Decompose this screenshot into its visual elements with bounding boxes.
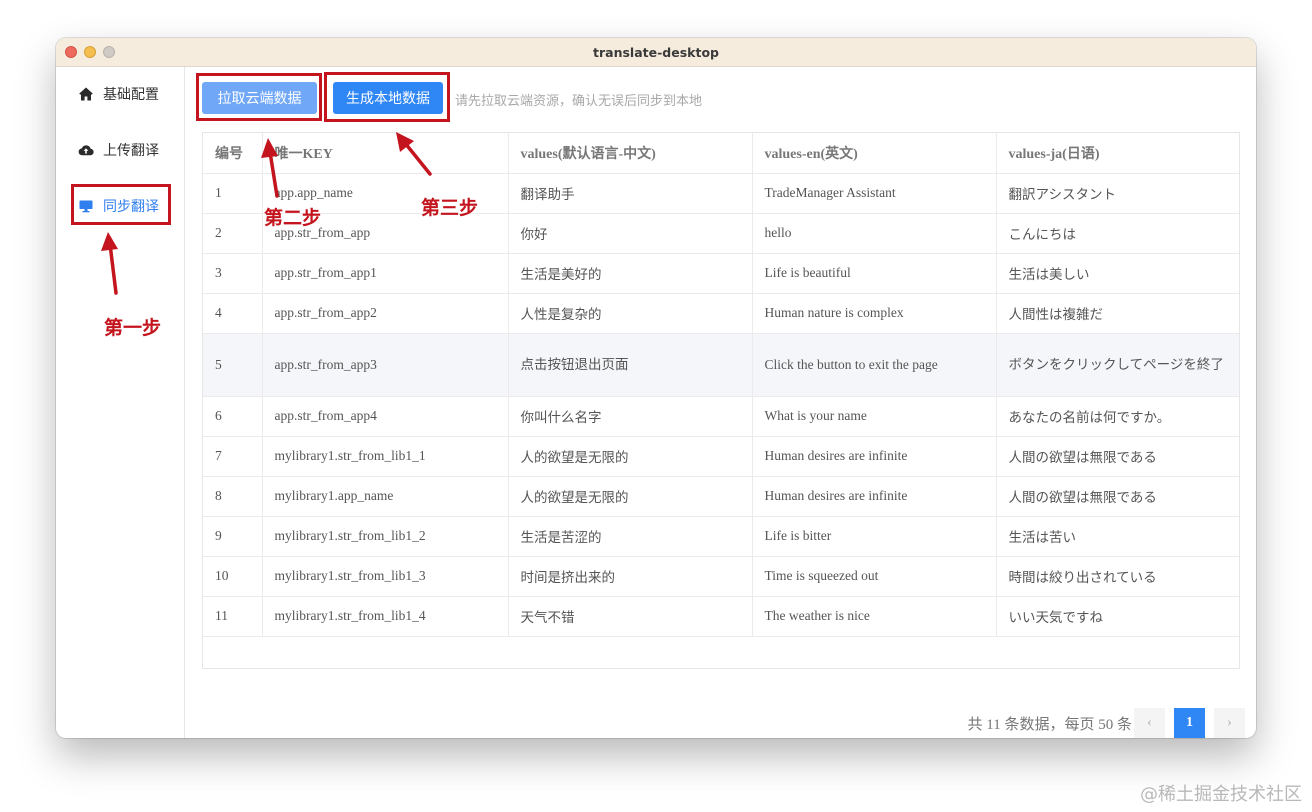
- table-cell: 8: [203, 476, 263, 517]
- table-cell: Click the button to exit the page: [752, 333, 997, 397]
- table-cell: 点击按钮退出页面: [508, 333, 753, 397]
- generate-local-data-button[interactable]: 生成本地数据: [333, 82, 443, 114]
- pagination: 共 11 条数据，每页 50 条 ‹ 1 ›: [968, 707, 1245, 738]
- table-cell: 11: [203, 596, 263, 637]
- table-cell: app.str_from_app3: [262, 333, 509, 397]
- column-header: values-en(英文): [752, 133, 997, 174]
- table-header-row: 编号 唯一KEY values(默认语言-中文) values-en(英文) v…: [203, 133, 1239, 174]
- table-cell: Time is squeezed out: [752, 556, 997, 597]
- sidebar-item-label: 基础配置: [103, 88, 159, 103]
- table-cell: hello: [752, 213, 997, 254]
- table-cell: TradeManager Assistant: [752, 173, 997, 214]
- step2-label: 第二步: [264, 207, 322, 229]
- sidebar: 基础配置 上传翻译 同步翻译: [56, 67, 185, 738]
- table-row[interactable]: 8 mylibrary1.app_name 人的欲望是无限的 Human des…: [203, 476, 1239, 517]
- table-row[interactable]: 6 app.str_from_app4 你叫什么名字 What is your …: [203, 396, 1239, 437]
- window-title: translate-desktop: [593, 45, 719, 60]
- sidebar-item-upload-translation[interactable]: 上传翻译: [78, 139, 159, 161]
- main-content: 拉取云端数据 生成本地数据 请先拉取云端资源，确认无误后同步到本地 编号 唯一K…: [186, 67, 1256, 738]
- table-cell: 生活は美しい: [996, 253, 1239, 294]
- table-row[interactable]: 5 app.str_from_app3 点击按钮退出页面 Click the b…: [203, 333, 1239, 397]
- table-row[interactable]: 2 app.str_from_app 你好 hello こんにちは: [203, 213, 1239, 254]
- table-cell: Life is bitter: [752, 516, 997, 557]
- table-row[interactable]: 1 app.app_name 翻译助手 TradeManager Assista…: [203, 173, 1239, 214]
- table-cell: 3: [203, 253, 263, 294]
- home-icon: [79, 87, 93, 101]
- table-cell: 人的欲望是无限的: [508, 476, 753, 517]
- table-cell: What is your name: [752, 396, 997, 437]
- title-bar: translate-desktop: [56, 38, 1256, 67]
- cloud-upload-icon: [78, 145, 94, 156]
- table-cell: 天气不错: [508, 596, 753, 637]
- table-cell: app.str_from_app2: [262, 293, 509, 334]
- table-cell: Human desires are infinite: [752, 436, 997, 477]
- table-cell: いい天気ですね: [996, 596, 1239, 637]
- table-cell: 人的欲望是无限的: [508, 436, 753, 477]
- table-cell: mylibrary1.str_from_lib1_1: [262, 436, 509, 477]
- table-cell: 生活は苦い: [996, 516, 1239, 557]
- column-header: 唯一KEY: [262, 133, 509, 174]
- table-cell: mylibrary1.str_from_lib1_4: [262, 596, 509, 637]
- sidebar-item-sync-translation[interactable]: 同步翻译: [78, 195, 159, 217]
- table-row[interactable]: 7 mylibrary1.str_from_lib1_1 人的欲望是无限的 Hu…: [203, 436, 1239, 477]
- table-cell: 7: [203, 436, 263, 477]
- table-cell: 10: [203, 556, 263, 597]
- table-cell: 4: [203, 293, 263, 334]
- next-page-button[interactable]: ›: [1214, 707, 1245, 738]
- table-cell: 2: [203, 213, 263, 254]
- sidebar-item-label: 上传翻译: [103, 144, 159, 159]
- table-cell: Human nature is complex: [752, 293, 997, 334]
- table-cell: 人間の欲望は無限である: [996, 476, 1239, 517]
- column-header: 编号: [203, 133, 263, 174]
- table-cell: 你叫什么名字: [508, 396, 753, 437]
- table-row[interactable]: 10 mylibrary1.str_from_lib1_3 时间是挤出来的 Ti…: [203, 556, 1239, 597]
- table-cell: 生活是苦涩的: [508, 516, 753, 557]
- table-cell: 5: [203, 333, 263, 397]
- table-cell: 你好: [508, 213, 753, 254]
- column-header: values-ja(日语): [996, 133, 1239, 174]
- step3-label: 第三步: [421, 197, 479, 219]
- table-cell: Human desires are infinite: [752, 476, 997, 517]
- step1-label: 第一步: [104, 317, 162, 339]
- table-cell: ボタンをクリックしてページを終了: [996, 333, 1239, 397]
- table-row[interactable]: 11 mylibrary1.str_from_lib1_4 天气不错 The w…: [203, 596, 1239, 637]
- table-cell: 人間の欲望は無限である: [996, 436, 1239, 477]
- table-cell: あなたの名前は何ですか。: [996, 396, 1239, 437]
- sidebar-item-basic-config[interactable]: 基础配置: [78, 83, 159, 105]
- page-number-button[interactable]: 1: [1174, 707, 1205, 738]
- table-row[interactable]: 4 app.str_from_app2 人性是复杂的 Human nature …: [203, 293, 1239, 334]
- table-cell: mylibrary1.str_from_lib1_3: [262, 556, 509, 597]
- table-cell: 人間性は複雑だ: [996, 293, 1239, 334]
- table-cell: 人性是复杂的: [508, 293, 753, 334]
- table-cell: こんにちは: [996, 213, 1239, 254]
- table-cell: 时间是挤出来的: [508, 556, 753, 597]
- table-row[interactable]: 3 app.str_from_app1 生活是美好的 Life is beaut…: [203, 253, 1239, 294]
- table-cell: 時間は絞り出されている: [996, 556, 1239, 597]
- sidebar-item-label: 同步翻译: [103, 200, 159, 215]
- table-cell: The weather is nice: [752, 596, 997, 637]
- table-cell: Life is beautiful: [752, 253, 997, 294]
- pagination-total: 共 11 条数据，每页 50 条: [967, 716, 1132, 733]
- column-header: values(默认语言-中文): [508, 133, 753, 174]
- table-cell: app.str_from_app1: [262, 253, 509, 294]
- table-cell: 1: [203, 173, 263, 214]
- table-cell: 翻译助手: [508, 173, 753, 214]
- table-row[interactable]: 9 mylibrary1.str_from_lib1_2 生活是苦涩的 Life…: [203, 516, 1239, 557]
- hint-text: 请先拉取云端资源，确认无误后同步到本地: [455, 93, 703, 108]
- prev-page-button[interactable]: ‹: [1134, 707, 1165, 738]
- table-cell: 生活是美好的: [508, 253, 753, 294]
- app-window: translate-desktop 基础配置 上传翻译 同步翻译 拉取云端数据 …: [56, 38, 1256, 738]
- table-cell: app.str_from_app4: [262, 396, 509, 437]
- translation-table: 编号 唯一KEY values(默认语言-中文) values-en(英文) v…: [202, 132, 1240, 669]
- watermark: @稀土掘金技术社区: [1140, 784, 1302, 805]
- table-cell: 翻訳アシスタント: [996, 173, 1239, 214]
- table-cell: mylibrary1.str_from_lib1_2: [262, 516, 509, 557]
- monitor-icon: [79, 200, 93, 213]
- table-cell: 6: [203, 396, 263, 437]
- pull-cloud-data-button[interactable]: 拉取云端数据: [202, 82, 317, 114]
- table-cell: mylibrary1.app_name: [262, 476, 509, 517]
- table-cell: 9: [203, 516, 263, 557]
